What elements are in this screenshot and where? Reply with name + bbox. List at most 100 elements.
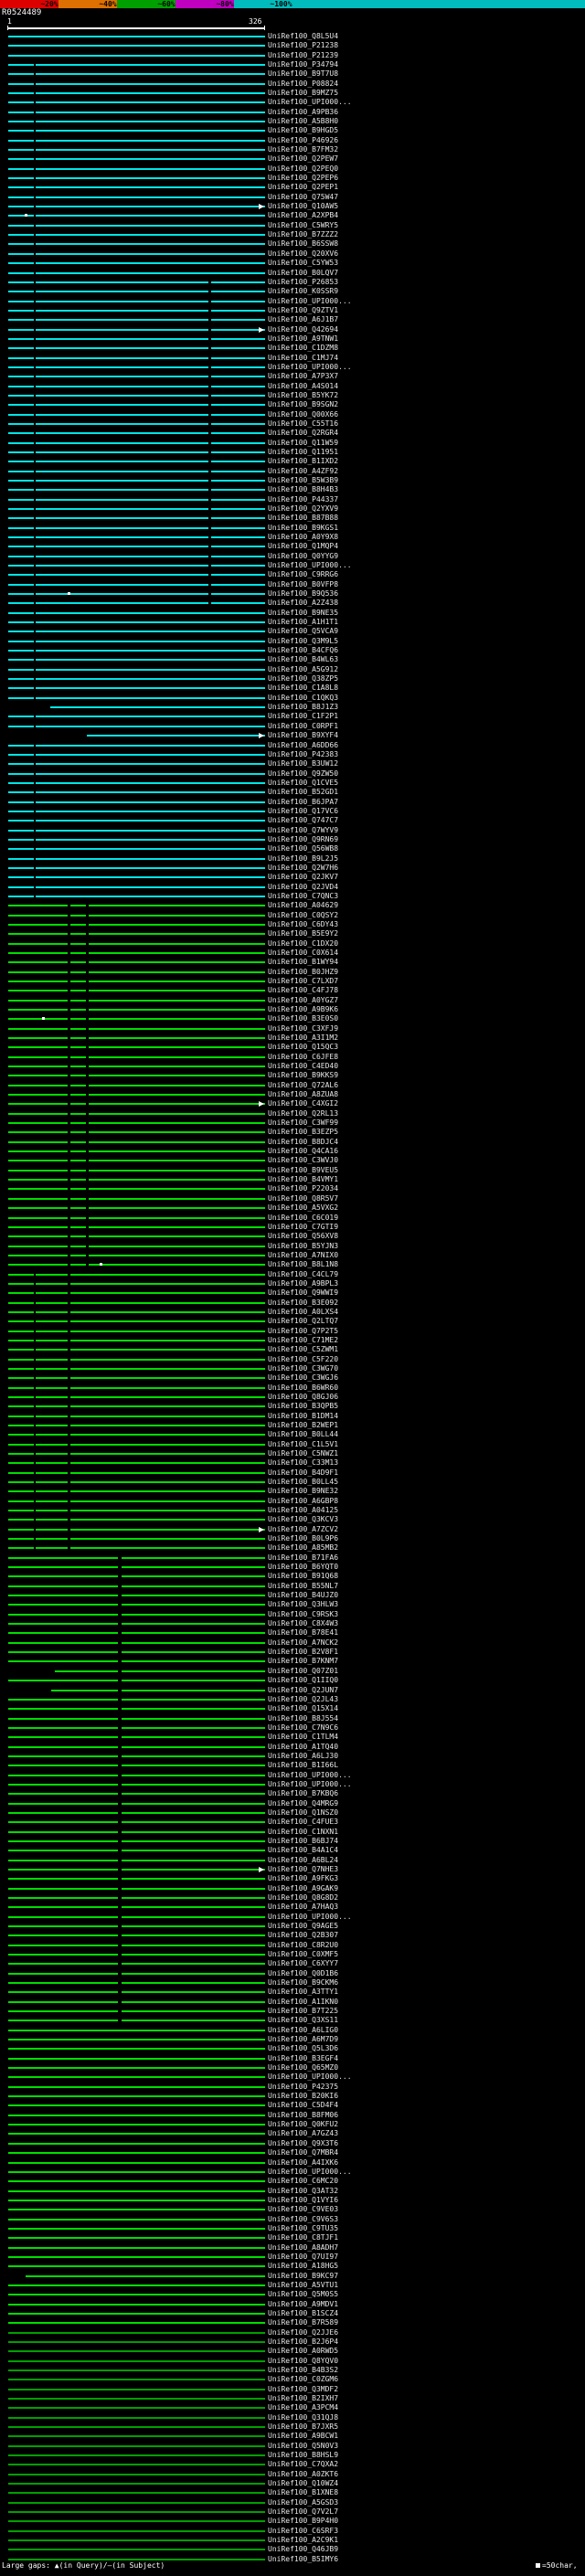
subject-id-label[interactable]: UniRef100_Q3AT32 bbox=[268, 2187, 338, 2195]
subject-id-label[interactable]: UniRef100_B6WR60 bbox=[268, 1383, 338, 1392]
subject-id-label[interactable]: UniRef100_B9VEU5 bbox=[268, 1166, 338, 1174]
alignment-segment[interactable] bbox=[7, 1131, 68, 1134]
alignment-segment[interactable] bbox=[36, 546, 208, 548]
alignment-segment[interactable] bbox=[7, 1660, 119, 1663]
subject-id-label[interactable]: UniRef100_B1I66L bbox=[268, 1762, 338, 1769]
subject-id-label[interactable]: UniRef100_UPI000... bbox=[268, 2073, 352, 2081]
alignment-segment[interactable] bbox=[7, 158, 34, 161]
subject-id-label[interactable]: UniRef100_B9KC97 bbox=[268, 2272, 338, 2280]
alignment-segment[interactable] bbox=[121, 2000, 265, 2003]
alignment-segment[interactable] bbox=[36, 262, 265, 265]
alignment-segment[interactable] bbox=[7, 574, 34, 577]
alignment-segment[interactable] bbox=[211, 565, 265, 567]
alignment-segment[interactable] bbox=[70, 1094, 86, 1097]
alignment-segment[interactable] bbox=[36, 781, 265, 784]
subject-id-label[interactable]: UniRef100_C1TLM4 bbox=[268, 1733, 338, 1741]
subject-id-label[interactable]: UniRef100_B1SCZ4 bbox=[268, 2309, 338, 2317]
subject-id-label[interactable]: UniRef100_B9SGN2 bbox=[268, 401, 338, 408]
subject-id-label[interactable]: UniRef100_B71FA6 bbox=[268, 1553, 338, 1562]
alignment-segment[interactable] bbox=[7, 1140, 68, 1143]
alignment-segment[interactable] bbox=[70, 1018, 86, 1021]
subject-id-label[interactable]: UniRef100_B5YK72 bbox=[268, 391, 338, 399]
alignment-segment[interactable] bbox=[121, 1680, 265, 1682]
alignment-segment[interactable] bbox=[211, 489, 265, 492]
alignment-segment[interactable] bbox=[7, 1009, 68, 1012]
alignment-segment[interactable] bbox=[7, 319, 34, 322]
alignment-segment[interactable] bbox=[211, 498, 265, 501]
subject-id-label[interactable]: UniRef100_A3TTY1 bbox=[268, 1988, 338, 1996]
alignment-segment[interactable] bbox=[7, 1528, 34, 1531]
alignment-segment[interactable] bbox=[70, 1282, 265, 1285]
alignment-segment[interactable] bbox=[70, 1415, 265, 1417]
alignment-segment[interactable] bbox=[121, 1651, 265, 1654]
subject-id-label[interactable]: UniRef100_A2Z438 bbox=[268, 599, 338, 607]
alignment-segment[interactable] bbox=[36, 565, 208, 567]
alignment-segment[interactable] bbox=[7, 895, 34, 897]
subject-id-label[interactable]: UniRef100_Q1VYI6 bbox=[268, 2196, 338, 2204]
alignment-segment[interactable] bbox=[36, 328, 208, 331]
subject-id-label[interactable]: UniRef100_A2C9K1 bbox=[268, 2537, 338, 2544]
alignment-segment[interactable] bbox=[7, 167, 34, 170]
alignment-segment[interactable] bbox=[7, 961, 68, 964]
alignment-segment[interactable] bbox=[7, 1745, 119, 1748]
alignment-segment[interactable] bbox=[36, 489, 208, 492]
subject-id-label[interactable]: UniRef100_A5VTU1 bbox=[268, 2281, 338, 2289]
subject-id-label[interactable]: UniRef100_C71ME2 bbox=[268, 1336, 338, 1344]
alignment-segment[interactable] bbox=[211, 508, 265, 510]
alignment-segment[interactable] bbox=[36, 517, 208, 520]
alignment-segment[interactable] bbox=[7, 2255, 265, 2258]
alignment-segment[interactable] bbox=[7, 1055, 68, 1058]
subject-id-label[interactable]: UniRef100_Q1NSZ0 bbox=[268, 1808, 338, 1817]
alignment-segment[interactable] bbox=[70, 1320, 265, 1323]
alignment-segment[interactable] bbox=[7, 848, 34, 851]
alignment-segment[interactable] bbox=[89, 1112, 265, 1115]
alignment-segment[interactable] bbox=[7, 441, 34, 444]
alignment-segment[interactable] bbox=[7, 1471, 34, 1474]
subject-id-label[interactable]: UniRef100_B7R589 bbox=[268, 2319, 338, 2327]
alignment-segment[interactable] bbox=[7, 101, 34, 104]
alignment-segment[interactable] bbox=[89, 1169, 265, 1171]
alignment-segment[interactable] bbox=[89, 1235, 265, 1238]
alignment-segment[interactable] bbox=[7, 2464, 265, 2466]
subject-id-label[interactable]: UniRef100_C4FUE3 bbox=[268, 1818, 338, 1826]
alignment-segment[interactable] bbox=[7, 186, 34, 189]
alignment-segment[interactable] bbox=[7, 2322, 265, 2325]
alignment-segment[interactable] bbox=[7, 593, 34, 596]
alignment-segment[interactable] bbox=[7, 224, 34, 227]
subject-id-label[interactable]: UniRef100_Q20XV6 bbox=[268, 249, 338, 258]
alignment-segment[interactable] bbox=[121, 2019, 265, 2022]
alignment-segment[interactable] bbox=[7, 1122, 68, 1125]
alignment-segment[interactable] bbox=[121, 1736, 265, 1739]
subject-id-label[interactable]: UniRef100_Q38ZP5 bbox=[268, 675, 338, 683]
alignment-segment[interactable] bbox=[36, 1395, 68, 1398]
alignment-segment[interactable] bbox=[89, 1150, 265, 1153]
alignment-segment[interactable] bbox=[7, 1075, 68, 1077]
subject-id-label[interactable]: UniRef100_A1TQ40 bbox=[268, 1743, 338, 1751]
alignment-segment[interactable] bbox=[7, 2369, 265, 2371]
alignment-segment[interactable] bbox=[7, 1377, 34, 1380]
alignment-segment[interactable] bbox=[89, 961, 265, 964]
alignment-segment[interactable] bbox=[121, 1935, 265, 1937]
alignment-segment[interactable] bbox=[70, 905, 86, 907]
alignment-segment[interactable] bbox=[7, 659, 34, 662]
subject-id-label[interactable]: UniRef100_B0JHZ9 bbox=[268, 968, 338, 976]
alignment-segment[interactable] bbox=[89, 1055, 265, 1058]
alignment-segment[interactable] bbox=[89, 923, 265, 926]
subject-id-label[interactable]: UniRef100_B9Q536 bbox=[268, 590, 338, 598]
alignment-segment[interactable] bbox=[89, 1027, 265, 1030]
subject-id-label[interactable]: UniRef100_B1IXD2 bbox=[268, 458, 338, 465]
alignment-segment[interactable] bbox=[7, 300, 34, 302]
alignment-segment[interactable] bbox=[7, 829, 34, 832]
subject-id-label[interactable]: UniRef100_P21239 bbox=[268, 51, 338, 59]
alignment-segment[interactable] bbox=[70, 951, 86, 954]
alignment-segment[interactable] bbox=[7, 2398, 265, 2400]
subject-id-label[interactable]: UniRef100_Q0KFU2 bbox=[268, 2121, 338, 2128]
alignment-segment[interactable] bbox=[70, 1538, 265, 1541]
alignment-segment[interactable] bbox=[7, 1623, 119, 1626]
subject-id-label[interactable]: UniRef100_C7QXA2 bbox=[268, 2461, 338, 2468]
alignment-segment[interactable] bbox=[121, 1689, 265, 1691]
subject-id-label[interactable]: UniRef100_A1IKN0 bbox=[268, 1998, 338, 2006]
subject-id-label[interactable]: UniRef100_Q4MRG9 bbox=[268, 1799, 338, 1807]
alignment-segment[interactable] bbox=[70, 1462, 265, 1465]
subject-id-label[interactable]: UniRef100_B1XNE8 bbox=[268, 2489, 338, 2496]
